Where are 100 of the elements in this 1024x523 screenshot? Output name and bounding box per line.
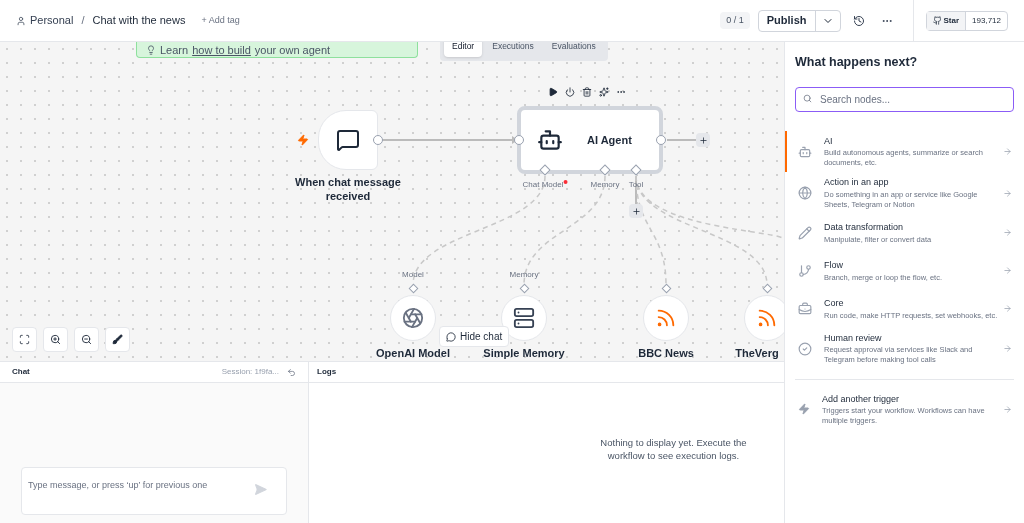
connection-line: [666, 139, 697, 141]
search-icon: [803, 93, 812, 103]
lightbulb-icon: [146, 45, 156, 55]
port-handle[interactable]: [539, 164, 551, 176]
arrow-icon: [1003, 228, 1012, 238]
view-tab[interactable]: Editor: [444, 42, 483, 57]
arrow-icon: [1003, 304, 1012, 314]
port-label: Chat Model: [522, 179, 564, 191]
breadcrumb-separator: /: [81, 13, 85, 29]
node-label: When chat message received: [294, 175, 402, 203]
workspace-link[interactable]: Personal: [30, 12, 74, 29]
category-title: AI: [824, 134, 834, 148]
sparkle-icon[interactable]: [599, 87, 609, 97]
power-icon[interactable]: [565, 87, 575, 97]
port-label: Model: [402, 269, 424, 281]
globe-icon: [798, 186, 812, 200]
category-title: Action in an app: [824, 176, 890, 190]
zoom-out-button[interactable]: [74, 327, 99, 352]
node-label: TheVerg: [735, 346, 779, 361]
node-label: BBC News: [638, 346, 694, 361]
port-handle[interactable]: [519, 283, 529, 294]
port-handle[interactable]: [661, 283, 671, 294]
view-tab[interactable]: Evaluations: [543, 42, 604, 57]
port-handle[interactable]: [762, 283, 772, 294]
session-id: Session: 1f9fa...: [221, 366, 279, 378]
category-title: Human review: [824, 331, 883, 345]
add-tag-link[interactable]: + Add tag: [201, 13, 240, 28]
robot-icon: [537, 127, 563, 153]
history-icon[interactable]: [852, 14, 865, 27]
node-label: OpenAI Model: [376, 346, 450, 361]
play-icon[interactable]: [548, 87, 558, 97]
reset-icon[interactable]: [287, 367, 296, 377]
arrow-icon: [1003, 147, 1012, 156]
zoom-in-icon: [50, 334, 61, 345]
empty-message: Nothing to display yet. Execute the workflow to see execution logs.: [599, 436, 748, 462]
arrow-icon: [1003, 344, 1012, 353]
rss-icon: [655, 307, 677, 329]
agent-node[interactable]: AI Agent: [517, 106, 663, 174]
rss-icon: [756, 307, 778, 329]
node-handle[interactable]: [656, 135, 666, 145]
aperture-icon: [402, 307, 424, 329]
speech-bubble-icon: [446, 331, 456, 342]
node-handle[interactable]: [373, 135, 383, 145]
check-circle-icon: [798, 341, 812, 356]
corners-icon: [19, 334, 30, 345]
sub-node[interactable]: [643, 295, 689, 341]
add-tool-button[interactable]: [629, 204, 643, 218]
note-text: Learn: [160, 44, 189, 56]
zoom-in-button[interactable]: [43, 327, 68, 352]
github-star-button[interactable]: Star 193,712: [925, 10, 1008, 31]
panel-heading: What happens next?: [794, 54, 919, 71]
category-title: Data transformation: [824, 221, 905, 234]
workflow-name[interactable]: Chat with the news: [92, 12, 186, 29]
port-handle[interactable]: [630, 164, 642, 176]
trigger-node[interactable]: [318, 110, 378, 170]
branch-icon: [798, 263, 812, 278]
port-label: Memory: [590, 179, 620, 191]
port-label: Tool: [628, 179, 644, 191]
person-icon: [16, 15, 26, 26]
arrow-icon: [1003, 188, 1012, 198]
note-link[interactable]: how to build: [192, 44, 251, 56]
lightning-icon: [798, 403, 810, 416]
toolbox-icon: [798, 301, 812, 316]
node-label: Simple Memory: [483, 346, 565, 361]
node-handle[interactable]: [514, 135, 524, 145]
category-title: Flow: [824, 259, 844, 272]
view-tab[interactable]: Executions: [484, 42, 542, 57]
panel-title: Logs: [317, 366, 337, 378]
port-handle[interactable]: [408, 283, 418, 294]
sub-node[interactable]: [744, 295, 784, 341]
star-label[interactable]: Star: [926, 11, 967, 30]
category-title: Add another trigger: [822, 392, 901, 406]
sub-node[interactable]: [390, 295, 436, 341]
server-icon: [513, 307, 535, 329]
port-handle[interactable]: [599, 164, 611, 176]
counter-badge: 0 / 1: [720, 11, 750, 30]
hide-chat-button[interactable]: Hide chat: [439, 326, 510, 347]
fit-view-button[interactable]: [12, 327, 37, 352]
port-label: Memory: [509, 269, 539, 281]
search-field[interactable]: Search nodes...: [795, 86, 1014, 112]
panel-title: Chat: [12, 366, 30, 378]
sub-node[interactable]: [501, 295, 547, 341]
github-icon: [932, 16, 942, 25]
node-title: AI Agent: [587, 132, 632, 148]
arrow-icon: [1003, 404, 1012, 414]
plus-icon: [631, 206, 641, 216]
zoom-out-icon: [81, 334, 92, 345]
pencil-icon: [798, 225, 812, 240]
chat-bubble-icon: [336, 128, 360, 152]
plus-icon: [698, 135, 708, 145]
message-field[interactable]: Type message, or press ‘up’ for previous one: [21, 467, 287, 515]
robot-icon: [798, 144, 812, 159]
tidy-up-button[interactable]: [105, 327, 130, 352]
category-title: Core: [824, 297, 845, 310]
star-count: 193,712: [971, 14, 1002, 27]
brush-icon: [112, 334, 123, 345]
trash-icon[interactable]: [582, 87, 592, 97]
add-node-button[interactable]: [696, 133, 710, 147]
publish-button[interactable]: Publish: [758, 10, 816, 31]
note-text: your own agent: [254, 44, 331, 56]
